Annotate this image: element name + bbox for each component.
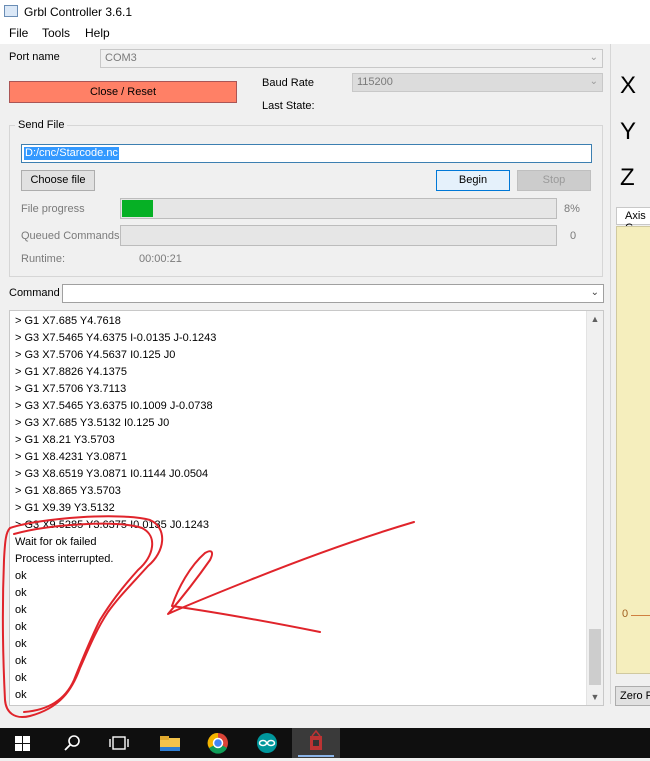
chevron-down-icon: ⌄ (589, 52, 598, 63)
choose-file-button[interactable]: Choose file (21, 170, 95, 191)
panel-divider (610, 44, 611, 704)
console-line: ok (15, 655, 27, 667)
console-line: ok (15, 672, 27, 684)
console-line: ok (15, 604, 27, 616)
close-reset-button[interactable]: Close / Reset (9, 81, 237, 103)
menu-bar: File Tools Help (0, 24, 650, 44)
console-line: > G1 X8.4231 Y3.0871 (15, 451, 128, 463)
window-title: Grbl Controller 3.6.1 (24, 5, 133, 19)
file-path-input[interactable]: D:/cnc/Starcode.nc (21, 144, 592, 163)
scroll-up-icon[interactable]: ▲ (587, 314, 603, 324)
queued-commands-bar (120, 225, 557, 246)
begin-button[interactable]: Begin (436, 170, 510, 191)
console-line: > G1 X7.5706 Y3.7113 (15, 383, 127, 395)
console-line: ok (15, 621, 27, 633)
title-bar: Grbl Controller 3.6.1 (0, 0, 650, 24)
axis-z-label: Z (620, 164, 635, 191)
taskbar (0, 728, 650, 758)
stop-button[interactable]: Stop (517, 170, 591, 191)
plot-zero-tick: 0 (622, 608, 629, 620)
port-value: COM3 (105, 52, 137, 64)
menu-file[interactable]: File (9, 26, 28, 40)
port-select[interactable]: COM3 ⌄ (100, 49, 603, 68)
baud-rate-select[interactable]: 115200 ⌄ (352, 73, 603, 92)
console-line: > G1 X7.8826 Y4.1375 (15, 366, 128, 378)
chevron-down-icon: ⌄ (590, 287, 599, 298)
grbl-app-icon[interactable] (292, 728, 340, 758)
chrome-icon[interactable] (196, 728, 242, 758)
axis-plot: 0 (616, 226, 650, 674)
console-line: > G1 X9.39 Y3.5132 (15, 502, 115, 514)
file-progress-fill (122, 200, 153, 217)
console-line: > G1 X7.685 Y4.7618 (15, 315, 121, 327)
tab-axis[interactable]: Axis C (616, 207, 650, 234)
console-line: Wait for ok failed (15, 536, 97, 548)
console-line: Process interrupted. (15, 553, 114, 565)
command-label: Command (9, 287, 60, 299)
console-scrollbar[interactable]: ▲ ▼ (586, 311, 603, 705)
search-icon[interactable] (48, 728, 94, 758)
file-explorer-icon[interactable] (148, 728, 194, 758)
console-line: > G1 X8.21 Y3.5703 (15, 434, 115, 446)
console-output[interactable]: ▲ ▼ > G1 X7.685 Y4.7618 > G3 X7.5465 Y4.6… (9, 310, 604, 706)
queued-commands-label: Queued Commands (21, 230, 120, 242)
console-line: > G1 X8.865 Y3.5703 (15, 485, 121, 497)
menu-tools[interactable]: Tools (42, 26, 70, 40)
console-line: ok (15, 689, 27, 701)
app-icon (4, 5, 18, 17)
menu-help[interactable]: Help (85, 26, 110, 40)
arduino-icon[interactable] (244, 728, 290, 758)
console-line: > G3 X7.685 Y3.5132 I0.125 J0 (15, 417, 170, 429)
console-line: > G3 X9.5285 Y3.6375 I0.0135 J0.1243 (15, 519, 209, 531)
runtime-value: 00:00:21 (139, 253, 182, 265)
console-line: > G3 X8.6519 Y3.0871 I0.1144 J0.0504 (15, 468, 209, 480)
windows-start-icon[interactable] (0, 728, 46, 758)
scroll-down-icon[interactable]: ▼ (587, 692, 603, 702)
plot-zero-line (631, 615, 650, 616)
task-view-icon[interactable] (96, 728, 142, 758)
chevron-down-icon: ⌄ (589, 76, 598, 87)
scroll-thumb[interactable] (589, 629, 601, 685)
console-line: > G3 X7.5465 Y3.6375 I0.1009 J-0.0738 (15, 400, 213, 412)
console-line: > G3 X7.5465 Y4.6375 I-0.0135 J-0.1243 (15, 332, 217, 344)
last-state-label: Last State: (262, 100, 315, 112)
file-progress-percent: 8% (564, 203, 580, 215)
command-input[interactable]: ⌄ (62, 284, 604, 303)
queued-commands-value: 0 (570, 230, 577, 242)
file-path-value: D:/cnc/Starcode.nc (24, 147, 119, 160)
zero-position-button[interactable]: Zero P (615, 686, 650, 706)
file-progress-bar (120, 198, 557, 219)
runtime-label: Runtime: (21, 253, 66, 265)
console-line: ok (15, 587, 27, 599)
file-progress-label: File progress (21, 203, 85, 215)
baud-rate-value: 115200 (357, 76, 393, 88)
baud-rate-label: Baud Rate (262, 77, 314, 89)
console-line: ok (15, 638, 27, 650)
port-label: Port name (9, 51, 60, 63)
console-line: ok (15, 570, 27, 582)
axis-y-label: Y (620, 118, 637, 145)
axis-x-label: X (620, 72, 637, 99)
console-line: > G3 X7.5706 Y4.5637 I0.125 J0 (15, 349, 176, 361)
send-file-title: Send File (15, 119, 68, 131)
